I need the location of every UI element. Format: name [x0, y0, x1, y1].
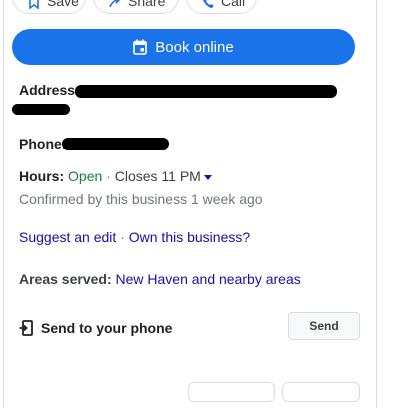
phone-label: Phone:	[19, 136, 67, 152]
phone-icon	[201, 0, 215, 9]
areas-served-row: Areas served: New Haven and nearby areas	[19, 271, 301, 287]
areas-served-label: Areas served:	[19, 271, 112, 287]
own-business-link[interactable]: Own this business?	[129, 229, 250, 245]
share-chip[interactable]: Share	[93, 0, 179, 14]
suggest-edit-link[interactable]: Suggest an edit	[19, 229, 116, 245]
address-redaction	[12, 104, 70, 115]
book-online-label: Book online	[155, 38, 234, 56]
share-icon	[108, 0, 122, 9]
address-label: Address:	[19, 82, 80, 98]
book-online-button[interactable]: Book online	[12, 29, 355, 65]
hours-toggle[interactable]: Closes 11 PM	[115, 168, 212, 184]
dropdown-caret-icon	[203, 174, 212, 180]
save-chip[interactable]: Save	[12, 0, 86, 14]
address-row: Address:	[19, 82, 80, 98]
save-label: Save	[47, 0, 79, 9]
phone-redaction	[62, 138, 169, 150]
send-to-phone-row: Send to your phone	[19, 320, 172, 336]
send-to-phone-icon	[19, 320, 33, 336]
phone-row: Phone:	[19, 136, 66, 152]
links-separator: ·	[120, 229, 125, 245]
send-to-phone-label: Send to your phone	[41, 320, 173, 336]
closing-time: Closes 11 PM	[114, 168, 201, 184]
bookmark-icon	[27, 0, 41, 10]
edit-links-row: Suggest an edit · Own this business?	[19, 229, 250, 245]
send-button[interactable]: Send	[288, 312, 360, 340]
calendar-icon	[133, 39, 148, 55]
hours-row: Hours: Open · Closes 11 PM	[19, 168, 212, 184]
hours-separator: ·	[106, 168, 111, 184]
call-label: Call	[221, 0, 246, 9]
hours-confirmation: Confirmed by this business 1 week ago	[19, 191, 263, 207]
address-redaction	[75, 85, 337, 98]
share-label: Share	[128, 0, 166, 9]
hours-status: Open	[68, 168, 103, 184]
call-chip[interactable]: Call	[186, 0, 257, 14]
hours-label: Hours:	[19, 168, 65, 184]
bottom-button[interactable]	[188, 382, 275, 402]
bottom-button[interactable]	[282, 382, 360, 402]
areas-served-value[interactable]: New Haven and nearby areas	[116, 271, 301, 287]
